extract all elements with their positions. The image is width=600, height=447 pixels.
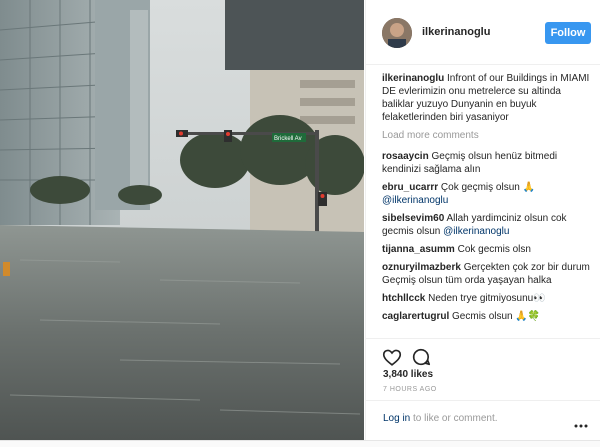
comment-username[interactable]: ebru_ucarrr <box>382 182 438 193</box>
comment-item: tijanna_asumm Cok gecmis olsn <box>382 243 592 256</box>
street-sign-text: Brickell Av <box>274 136 302 142</box>
comment-mention[interactable]: @ilkerinanoglu <box>382 195 448 206</box>
follow-button[interactable]: Follow <box>545 22 591 44</box>
comment-username[interactable]: rosaaycin <box>382 151 429 162</box>
comment-username[interactable]: htchllcck <box>382 293 425 304</box>
avatar[interactable] <box>382 18 412 48</box>
instagram-post: Brickell Av ilkerinanoglu Follow ilkerin… <box>0 0 600 441</box>
caption: ilkerinanoglu Infront of our Buildings i… <box>382 72 592 124</box>
login-suffix: to like or comment. <box>410 413 498 424</box>
login-prompt: Log in to like or comment. <box>366 400 600 437</box>
more-options-icon[interactable] <box>574 415 588 433</box>
comment-username[interactable]: sibelsevim60 <box>382 213 444 224</box>
likes-count[interactable]: 3,840 likes <box>383 369 433 380</box>
comment-username[interactable]: tijanna_asumm <box>382 244 455 255</box>
comment-item: ebru_ucarrr Çok geçmiş olsun 🙏 @ilkerina… <box>382 181 592 207</box>
heart-icon[interactable] <box>381 346 403 368</box>
comment-username[interactable]: caglarertugrul <box>382 311 449 322</box>
login-link[interactable]: Log in <box>383 413 410 424</box>
comment-icon[interactable] <box>410 346 432 368</box>
post-sidebar: ilkerinanoglu Follow ilkerinanoglu Infro… <box>365 0 600 440</box>
post-timestamp: 7 HOURS AGO <box>383 386 437 393</box>
header-username[interactable]: ilkerinanoglu <box>422 26 490 38</box>
flooded-street-image: Brickell Av <box>0 0 364 440</box>
caption-username[interactable]: ilkerinanoglu <box>382 73 444 84</box>
comment-mention[interactable]: @ilkerinanoglu <box>443 226 509 237</box>
comment-item: oznuryilmazberk Gerçekten çok zor bir du… <box>382 261 592 287</box>
comment-text: Çok geçmiş olsun 🙏 <box>440 182 536 193</box>
comment-text: Neden trye gitmiyosunu👀 <box>428 293 546 304</box>
comment-text: Gecmis olsun 🙏🍀 <box>452 311 541 322</box>
post-header: ilkerinanoglu Follow <box>366 0 600 65</box>
comments-list: ilkerinanoglu Infront of our Buildings i… <box>382 72 592 328</box>
load-more-comments-button[interactable]: Load more comments <box>382 129 592 142</box>
comment-item: rosaaycin Geçmiş olsun henüz bitmedi ken… <box>382 150 592 176</box>
comment-item: htchllcck Neden trye gitmiyosunu👀 <box>382 292 592 305</box>
comment-text: Cok gecmis olsn <box>457 244 531 255</box>
login-text: Log in to like or comment. <box>383 413 498 424</box>
post-photo[interactable]: Brickell Av <box>0 0 364 440</box>
avatar-image <box>382 18 412 48</box>
post-actions: 3,840 likes 7 HOURS AGO <box>366 338 600 399</box>
comment-item: caglarertugrul Gecmis olsun 🙏🍀 <box>382 310 592 323</box>
comment-item: sibelsevim60 Allah yardimciniz olsun cok… <box>382 212 592 238</box>
comment-username[interactable]: oznuryilmazberk <box>382 262 461 273</box>
